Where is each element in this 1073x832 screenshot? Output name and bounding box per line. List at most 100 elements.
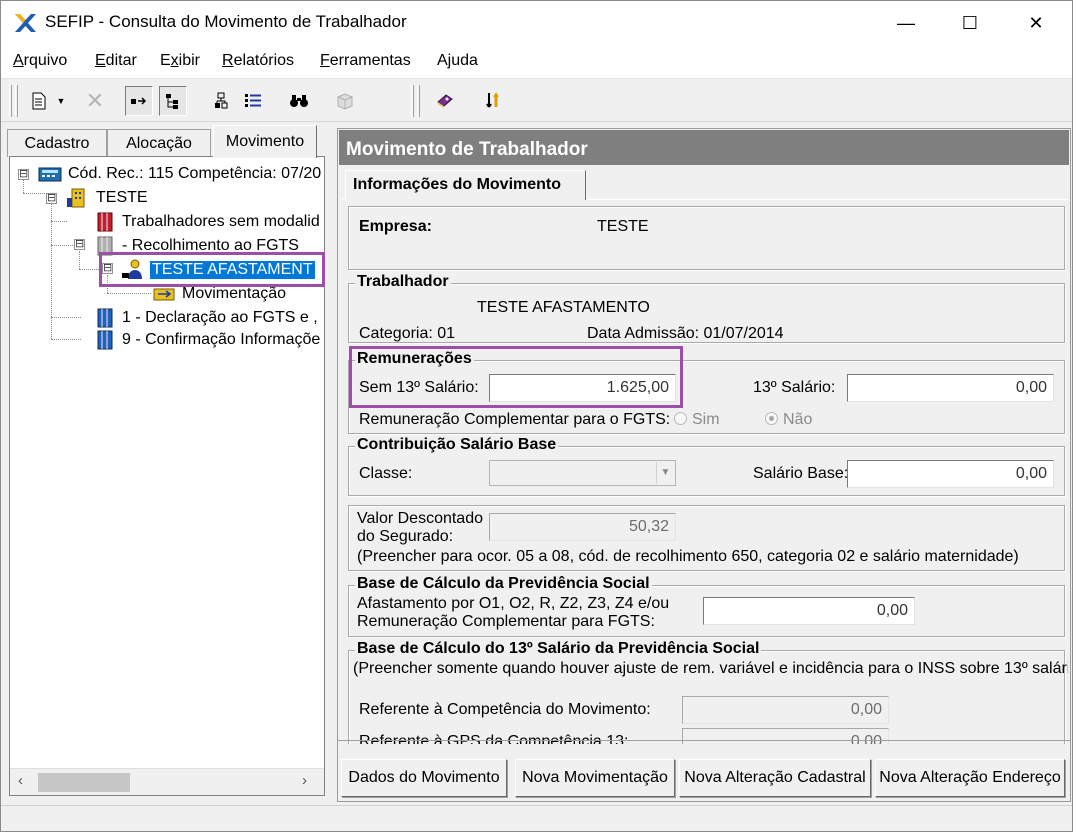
base-13-title: Base de Cálculo do 13º Salário da Previd… bbox=[355, 640, 762, 658]
tab-informacoes[interactable]: Informações do Movimento bbox=[345, 170, 586, 200]
scroll-thumb[interactable] bbox=[38, 773, 130, 792]
radio-sim-icon bbox=[674, 412, 687, 425]
base-previdencia-title: Base de Cálculo da Previdência Social bbox=[355, 575, 652, 593]
tree-item-declaracao[interactable]: 1 - Declaração ao FGTS e , bbox=[94, 307, 320, 329]
toolbar-grip bbox=[417, 85, 420, 117]
expander-root[interactable]: ⊟ bbox=[18, 169, 29, 180]
delete-icon: ✕ bbox=[85, 88, 105, 113]
close-button[interactable]: ✕ bbox=[1013, 1, 1059, 45]
highlight-worker-box bbox=[99, 252, 325, 287]
list-icon bbox=[245, 94, 261, 107]
chevron-down-icon: ▼ bbox=[656, 462, 674, 484]
menu-arquivo[interactable]: Arquivo bbox=[13, 52, 67, 70]
status-bar bbox=[1, 805, 1072, 831]
pane-splitter[interactable] bbox=[328, 125, 334, 801]
highlight-remuneracoes-box bbox=[349, 346, 683, 408]
export-icon bbox=[486, 92, 499, 108]
dropdown-arrow-icon: ▼ bbox=[56, 96, 66, 106]
tab-movimento[interactable]: Movimento bbox=[213, 125, 317, 158]
menu-bar: Arquivo Editar Exibir Relatórios Ferrame… bbox=[1, 45, 1072, 79]
classe-label: Classe: bbox=[359, 465, 413, 482]
desconto-field[interactable]: 50,32 bbox=[489, 513, 676, 541]
scroll-left-icon[interactable]: ‹ bbox=[18, 772, 23, 789]
menu-ferramentas[interactable]: Ferramentas bbox=[320, 52, 411, 70]
nova-alteracao-endereco-button[interactable]: Nova Alteração Endereço bbox=[875, 759, 1065, 797]
tab-alocacao[interactable]: Alocação bbox=[107, 129, 211, 157]
maximize-icon: ☐ bbox=[961, 12, 979, 33]
database-button[interactable] bbox=[331, 86, 359, 116]
tree-line bbox=[79, 269, 99, 270]
base-prev-line1: Afastamento por O1, O2, R, Z2, Z3, Z4 e/… bbox=[357, 595, 670, 612]
list-button[interactable] bbox=[239, 86, 267, 116]
salario-base-label: Salário Base: bbox=[753, 465, 849, 482]
complementar-label: Remuneração Complementar para o FGTS: bbox=[359, 411, 671, 428]
expander-company[interactable]: ⊟ bbox=[46, 193, 57, 204]
nova-movimentacao-button[interactable]: Nova Movimentação bbox=[515, 759, 675, 797]
tree-movimentacao-label: Movimentação bbox=[182, 285, 287, 302]
book-button[interactable] bbox=[431, 86, 459, 116]
trabalhador-name: TESTE AFASTAMENTO bbox=[477, 299, 650, 316]
hierarchy-icon bbox=[215, 92, 228, 109]
expander-recolhimento[interactable]: ⊟ bbox=[74, 239, 85, 250]
panel-content: Empresa: TESTE Trabalhador TESTE AFASTAM… bbox=[342, 199, 1068, 744]
window-title: SEFIP - Consulta do Movimento de Trabalh… bbox=[45, 12, 407, 31]
tree-view-icon bbox=[166, 94, 178, 109]
toolbar-grip bbox=[15, 85, 18, 117]
hierarchy-button[interactable] bbox=[207, 86, 235, 116]
tree-company-label: TESTE bbox=[96, 189, 148, 206]
search-button[interactable] bbox=[285, 86, 313, 116]
tree-line bbox=[51, 317, 81, 318]
tree-view-button[interactable] bbox=[159, 86, 187, 116]
delete-button[interactable]: ✕ bbox=[81, 86, 109, 116]
binder-blue-icon bbox=[97, 308, 113, 328]
building-icon bbox=[67, 188, 85, 208]
decimo-label: 13º Salário: bbox=[753, 379, 836, 396]
menu-exibir[interactable]: Exibir bbox=[160, 52, 200, 70]
decimo-field[interactable]: 0,00 bbox=[847, 374, 1054, 402]
ref-comp-label: Referente à Competência do Movimento: bbox=[359, 701, 651, 718]
tree-line bbox=[23, 179, 24, 193]
nao-radio[interactable]: Não bbox=[765, 411, 812, 429]
sim-radio[interactable]: Sim bbox=[674, 411, 720, 429]
tree-item-sem-modalidade[interactable]: Trabalhadores sem modalid bbox=[94, 211, 322, 233]
empresa-label: Empresa: bbox=[359, 218, 432, 235]
minimize-button[interactable]: — bbox=[883, 1, 929, 45]
toolbar-grip[interactable] bbox=[9, 85, 12, 117]
ref-comp-field[interactable]: 0,00 bbox=[682, 696, 889, 724]
binoculars-icon bbox=[290, 95, 308, 107]
menu-editar[interactable]: Editar bbox=[95, 52, 137, 70]
view-move-button[interactable] bbox=[125, 86, 153, 116]
tree-horizontal-scrollbar[interactable]: ‹ › bbox=[10, 768, 324, 795]
dados-movimento-button[interactable]: Dados do Movimento bbox=[341, 759, 507, 797]
data-admissao-text: Data Admissão: 01/07/2014 bbox=[587, 325, 784, 342]
tree-declaracao-label: 1 - Declaração ao FGTS e , bbox=[122, 309, 318, 326]
tree-item-company[interactable]: TESTE bbox=[66, 187, 150, 209]
new-document-button[interactable] bbox=[25, 86, 53, 116]
group-desconto: Valor Descontado do Segurado: 50,32 (Pre… bbox=[348, 505, 1065, 571]
movement-icon bbox=[153, 288, 175, 301]
tree-root-label: Cód. Rec.: 115 Competência: 07/20 bbox=[68, 165, 322, 182]
maximize-button[interactable]: ☐ bbox=[947, 1, 993, 45]
minimize-icon: — bbox=[897, 12, 915, 33]
ref-gps-field[interactable]: 0,00 bbox=[682, 728, 889, 744]
tree-line bbox=[51, 339, 81, 340]
scroll-right-icon[interactable]: › bbox=[302, 772, 307, 789]
group-trabalhador: Trabalhador TESTE AFASTAMENTO Categoria:… bbox=[348, 273, 1065, 343]
book-icon bbox=[437, 94, 453, 108]
base-prev-field[interactable]: 0,00 bbox=[703, 597, 915, 625]
movement-panel: Movimento de Trabalhador Informações do … bbox=[337, 128, 1071, 802]
tree-item-root[interactable]: Cód. Rec.: 115 Competência: 07/20 bbox=[38, 163, 323, 185]
group-base-previdencia: Base de Cálculo da Previdência Social Af… bbox=[348, 575, 1065, 637]
salario-base-field[interactable]: 0,00 bbox=[847, 460, 1054, 488]
classe-select[interactable]: ▼ bbox=[489, 460, 676, 486]
export-button[interactable] bbox=[479, 86, 507, 116]
tab-cadastro[interactable]: Cadastro bbox=[7, 129, 107, 157]
nova-alteracao-cadastral-button[interactable]: Nova Alteração Cadastral bbox=[679, 759, 871, 797]
app-window: SEFIP - Consulta do Movimento de Trabalh… bbox=[0, 0, 1073, 832]
tree-item-confirmacao[interactable]: 9 - Confirmação Informaçõe bbox=[94, 329, 322, 351]
new-document-dropdown[interactable]: ▼ bbox=[53, 86, 69, 116]
calculator-icon bbox=[38, 167, 62, 182]
menu-ajuda[interactable]: Ajuda bbox=[437, 52, 478, 70]
menu-relatorios[interactable]: Relatórios bbox=[222, 52, 294, 70]
ref-gps-label: Referente à GPS da Competência 13: bbox=[359, 733, 629, 744]
